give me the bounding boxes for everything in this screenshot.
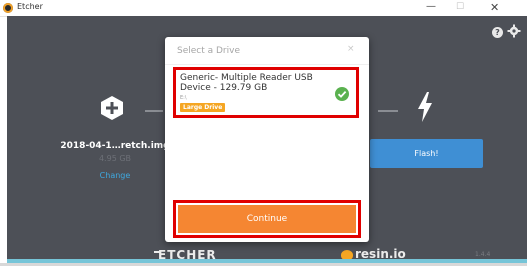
lightning-bolt-icon — [418, 92, 432, 122]
step-connector-left — [145, 110, 163, 112]
selected-image-name: 2018-04-1…retch.img — [60, 141, 170, 151]
continue-button[interactable]: Continue — [178, 205, 356, 233]
continue-highlight: Continue — [173, 200, 361, 238]
drive-list-item[interactable]: Generic- Multiple Reader USB Device - 12… — [173, 67, 359, 118]
drive-name: Generic- Multiple Reader USB Device - 12… — [180, 73, 313, 93]
large-drive-badge: Large Drive — [180, 103, 226, 112]
flash-button[interactable]: Flash! — [370, 139, 483, 168]
gear-icon[interactable] — [507, 24, 521, 38]
modal-divider — [165, 64, 369, 65]
window-titlebar: Etcher — ☐ ✕ — [0, 0, 527, 17]
drive-path: E:\ — [180, 95, 187, 101]
version-label: 1.4.4 — [475, 251, 491, 258]
modal-title: Select a Drive — [177, 46, 240, 56]
resin-io-link[interactable]: resin.io — [355, 247, 406, 261]
plus-hexagon-icon[interactable] — [99, 95, 125, 121]
modal-close-button[interactable]: × — [347, 44, 355, 54]
window-title: Etcher — [17, 2, 43, 11]
resin-logo-icon — [341, 250, 353, 260]
selected-image-size: 4.95 GB — [98, 154, 132, 163]
check-circle-icon — [335, 87, 349, 101]
minimize-button[interactable]: — — [426, 1, 436, 12]
maximize-button[interactable]: ☐ — [456, 2, 464, 12]
step-connector-right — [378, 110, 398, 112]
close-window-button[interactable]: ✕ — [490, 1, 499, 14]
change-image-link[interactable]: Change — [55, 171, 175, 180]
etcher-app-icon — [3, 3, 13, 13]
question-circle-icon[interactable]: ? — [492, 27, 503, 38]
select-drive-modal: Select a Drive × Generic- Multiple Reade… — [165, 37, 369, 242]
etcher-logo[interactable]: ETCHER — [154, 248, 217, 262]
